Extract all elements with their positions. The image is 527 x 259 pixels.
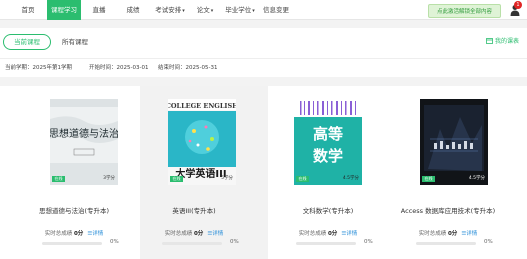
activate-button[interactable]: 点此激活解锁全部内容 xyxy=(428,4,501,18)
detail-link[interactable]: ☰详情 xyxy=(341,231,357,237)
my-schedule-link[interactable]: 我的课表 xyxy=(486,34,519,50)
course-title[interactable]: 思想道德与法治(专升本) xyxy=(10,205,138,215)
progress-percent: 0% xyxy=(110,239,119,245)
credit-label: 4.5学分 xyxy=(468,176,485,181)
detail-label: 详情 xyxy=(212,231,224,237)
score-value: 0分 xyxy=(193,231,204,237)
term-start: 开始时间：2025-03-01 xyxy=(89,65,149,71)
course-card[interactable]: 思想道德与法治 在线 3学分 思想道德与法治(专升本) 实时总成绩 0分 ☰详情 … xyxy=(10,86,138,259)
course-cover[interactable]: COLLEGE ENGLISH 大学英语III 在线 5学分 xyxy=(168,99,236,185)
score-line: 实时总成绩 0分 ☰详情 xyxy=(10,229,138,237)
course-cover[interactable]: 高等 数学 在线 4.5学分 xyxy=(294,99,362,185)
chevron-down-icon: ▾ xyxy=(210,8,214,14)
chevron-down-icon: ▾ xyxy=(182,8,185,14)
progress-bar xyxy=(42,242,102,245)
nav-thesis[interactable]: 论文▾ xyxy=(193,0,217,20)
credit-label: 4.5学分 xyxy=(342,176,359,181)
detail-label: 详情 xyxy=(92,231,104,237)
cover-word-2: 数学 xyxy=(313,147,343,165)
cover-word-1: 高等 xyxy=(313,125,343,143)
score-value: 0分 xyxy=(73,231,84,237)
score-value: 0分 xyxy=(327,231,338,237)
course-card[interactable]: COLLEGE ENGLISH 大学英语III 在线 5学分 英语III(专升本… xyxy=(140,86,268,259)
progress-percent: 0% xyxy=(484,239,493,245)
current-term: 当前学期：2025年第1学期 xyxy=(5,65,72,71)
online-tag: 在线 xyxy=(170,176,183,182)
score-line: 实时总成绩 0分 ☰详情 xyxy=(384,229,512,237)
course-list: 思想道德与法治 在线 3学分 思想道德与法治(专升本) 实时总成绩 0分 ☰详情 … xyxy=(0,86,527,259)
nav-course-study[interactable]: 课程学习 xyxy=(47,0,81,20)
nav-graduation[interactable]: 毕业学位▾ xyxy=(222,0,258,20)
tab-all-courses[interactable]: 所有课程 xyxy=(62,34,88,50)
course-cover[interactable]: 思想道德与法治 在线 3学分 xyxy=(50,99,118,185)
tab-current-courses[interactable]: 当前课程 xyxy=(3,34,51,50)
nav-graduation-label: 毕业学位 xyxy=(225,6,252,14)
score-label: 实时总成绩 xyxy=(164,231,193,237)
progress-bar xyxy=(162,242,222,245)
detail-link[interactable]: ☰详情 xyxy=(461,231,477,237)
detail-link[interactable]: ☰详情 xyxy=(87,231,103,237)
schedule-icon xyxy=(486,38,493,44)
course-title[interactable]: 英语III(专升本) xyxy=(130,205,258,215)
course-tabs: 当前课程 所有课程 我的课表 xyxy=(0,28,527,58)
detail-label: 详情 xyxy=(466,231,478,237)
progress-percent: 0% xyxy=(364,239,373,245)
nav-scores[interactable]: 成绩 xyxy=(120,0,146,20)
course-cover[interactable]: 在线 4.5学分 xyxy=(420,99,488,185)
my-schedule-label: 我的课表 xyxy=(495,38,520,45)
progress-bar xyxy=(296,242,356,245)
course-title[interactable]: 文科数学(专升本) xyxy=(264,205,392,215)
nav-home[interactable]: 首页 xyxy=(14,0,42,20)
access-db-cover-art xyxy=(420,99,488,185)
svg-text:思想道德与法治: 思想道德与法治 xyxy=(50,127,118,140)
english-cover-art: COLLEGE ENGLISH 大学英语III xyxy=(168,99,236,185)
nav-info-change[interactable]: 信息变更 xyxy=(261,0,291,20)
detail-link[interactable]: ☰详情 xyxy=(207,231,223,237)
cover-title-en: COLLEGE ENGLISH xyxy=(168,102,236,110)
top-nav: 首页 课程学习 直播 成绩 考试安排▾ 论文▾ 毕业学位▾ 信息变更 点此激活解… xyxy=(0,0,527,20)
online-tag: 在线 xyxy=(52,176,65,182)
detail-label: 详情 xyxy=(346,231,358,237)
nav-exam-label: 考试安排 xyxy=(155,6,182,14)
score-label: 实时总成绩 xyxy=(298,231,327,237)
online-tag: 在线 xyxy=(296,176,309,182)
cover-title-cn: 大学英语III xyxy=(175,167,226,180)
credit-label: 5学分 xyxy=(221,176,233,181)
progress-bar xyxy=(416,242,476,245)
math-cover-art: 高等 数学 xyxy=(294,99,362,185)
course-card[interactable]: 高等 数学 在线 4.5学分 文科数学(专升本) 实时总成绩 0分 ☰详情 0% xyxy=(264,86,392,259)
term-info: 当前学期：2025年第1学期 开始时间：2025-03-01 结束时间：2025… xyxy=(0,58,527,77)
moral-law-cover-art: 思想道德与法治 xyxy=(50,99,118,185)
notification-badge: 1 xyxy=(514,1,522,9)
online-tag: 在线 xyxy=(422,176,435,182)
nav-live[interactable]: 直播 xyxy=(86,0,112,20)
chevron-down-icon: ▾ xyxy=(252,8,255,14)
score-label: 实时总成绩 xyxy=(44,231,73,237)
progress-percent: 0% xyxy=(230,239,239,245)
course-title[interactable]: Access 数据库应用技术(专升本) xyxy=(384,205,512,215)
course-card[interactable]: 在线 4.5学分 Access 数据库应用技术(专升本) 实时总成绩 0分 ☰详情… xyxy=(392,86,520,259)
credit-label: 3学分 xyxy=(103,176,115,181)
nav-thesis-label: 论文 xyxy=(196,6,210,14)
term-end: 结束时间：2025-05-31 xyxy=(158,65,218,71)
score-label: 实时总成绩 xyxy=(418,231,447,237)
nav-exam-schedule[interactable]: 考试安排▾ xyxy=(152,0,188,20)
score-line: 实时总成绩 0分 ☰详情 xyxy=(264,229,392,237)
score-line: 实时总成绩 0分 ☰详情 xyxy=(130,229,258,237)
score-value: 0分 xyxy=(447,231,458,237)
